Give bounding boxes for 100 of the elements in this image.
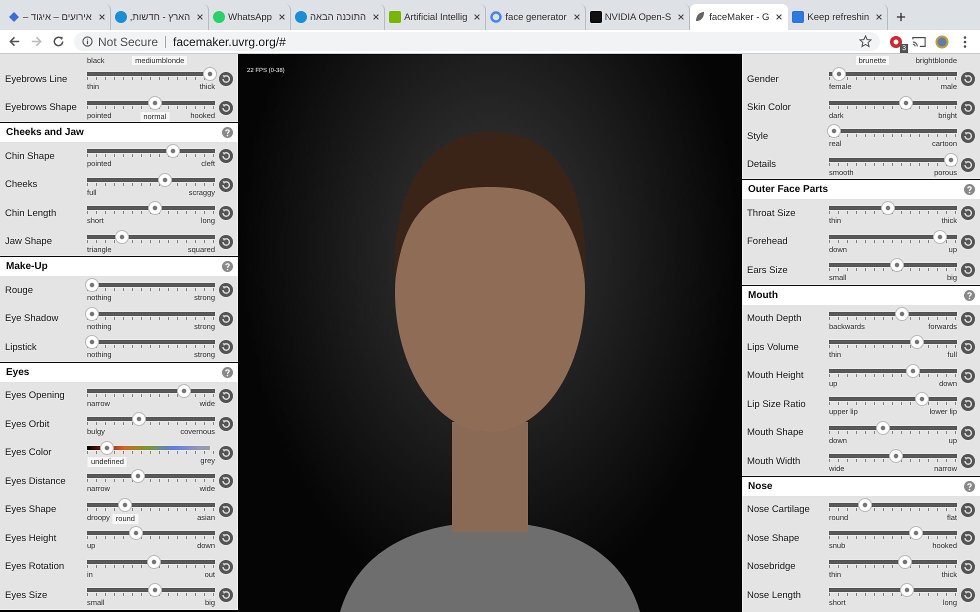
slider-thumb[interactable] [906, 364, 920, 378]
slider-thumb[interactable] [166, 144, 180, 158]
slider-thumb[interactable] [858, 498, 872, 512]
slider-thumb[interactable] [894, 306, 909, 321]
slider-thumb[interactable] [827, 124, 842, 138]
reset-icon[interactable] [219, 446, 233, 460]
reset-icon[interactable] [961, 368, 975, 383]
reset-icon[interactable] [219, 283, 233, 298]
close-icon[interactable] [875, 13, 884, 21]
close-icon[interactable] [372, 13, 380, 21]
reset-icon[interactable] [961, 340, 975, 354]
reset-icon[interactable] [961, 426, 975, 440]
slider-label: Eyes Height [5, 532, 58, 544]
browser-tab[interactable]: faceMaker - G [690, 4, 788, 30]
reset-icon[interactable] [961, 234, 975, 249]
reset-icon[interactable] [219, 588, 233, 602]
reset-icon[interactable] [219, 178, 233, 192]
slider-thumb[interactable] [832, 67, 846, 82]
slider-thumb[interactable] [910, 335, 924, 350]
reset-icon[interactable] [219, 502, 233, 517]
section-header[interactable]: Eyes [0, 362, 238, 382]
slider-thumb[interactable] [888, 449, 903, 464]
reset-icon[interactable] [961, 72, 975, 86]
slider-thumb[interactable] [898, 96, 913, 110]
extension-icon[interactable] [889, 34, 903, 48]
slider-thumb[interactable] [148, 96, 162, 110]
slider-thumb[interactable] [148, 201, 162, 216]
close-icon[interactable] [775, 13, 784, 21]
section-header[interactable]: Outer Face Parts [742, 179, 980, 199]
reset-icon[interactable] [219, 149, 233, 164]
help-icon[interactable] [964, 480, 975, 492]
reload-icon[interactable] [52, 35, 65, 48]
reset-icon[interactable] [961, 560, 975, 574]
section-header[interactable]: Mouth [742, 284, 980, 304]
reset-icon[interactable] [219, 234, 233, 249]
slider-thumb[interactable] [202, 67, 217, 82]
reset-icon[interactable] [219, 474, 233, 488]
reset-icon[interactable] [961, 502, 975, 517]
address-bar[interactable]: Not Secure facemaker.uvrg.org/# [74, 32, 880, 51]
reset-icon[interactable] [961, 129, 975, 144]
reset-icon[interactable] [219, 312, 233, 326]
close-icon[interactable] [98, 13, 106, 21]
slider-thumb[interactable] [880, 201, 895, 216]
reset-icon[interactable] [961, 158, 975, 172]
reset-icon[interactable] [961, 206, 975, 220]
info-icon[interactable] [82, 36, 93, 47]
slider-thumb[interactable] [900, 583, 914, 598]
reset-icon[interactable] [219, 531, 233, 546]
reset-icon[interactable] [219, 388, 233, 403]
section-header[interactable]: Make-Up [0, 256, 238, 276]
slider-thumb[interactable] [128, 526, 143, 540]
close-icon[interactable] [677, 13, 686, 21]
reset-icon[interactable] [961, 312, 975, 326]
reset-icon[interactable] [219, 206, 233, 220]
help-icon[interactable] [964, 184, 975, 195]
reset-icon[interactable] [219, 560, 233, 574]
reset-icon[interactable] [219, 100, 233, 115]
slider-thumb[interactable] [933, 230, 948, 244]
slider-thumb[interactable] [944, 152, 958, 167]
close-icon[interactable] [196, 13, 204, 21]
reset-icon[interactable] [961, 263, 975, 278]
help-icon[interactable] [222, 127, 233, 138]
reset-icon[interactable] [961, 588, 975, 602]
help-icon[interactable] [964, 290, 975, 300]
slider-thumb[interactable] [131, 469, 146, 484]
reset-icon[interactable] [219, 417, 233, 432]
slider-thumb[interactable] [158, 172, 172, 187]
slider-thumb[interactable] [146, 554, 161, 569]
slider-thumb[interactable] [915, 392, 930, 406]
slider-thumb[interactable] [132, 412, 146, 426]
section-header[interactable]: Cheeks and Jaw [0, 122, 238, 142]
slider-thumb[interactable] [85, 278, 100, 292]
slider-thumb[interactable] [898, 554, 912, 569]
help-icon[interactable] [222, 366, 233, 378]
slider-thumb[interactable] [177, 384, 192, 398]
slider-thumb[interactable] [909, 526, 924, 540]
slider-thumb[interactable] [85, 306, 100, 321]
slider-thumb[interactable] [876, 420, 890, 435]
profile-avatar-icon[interactable] [935, 34, 949, 48]
back-icon[interactable] [8, 35, 21, 48]
reset-icon[interactable] [219, 340, 233, 354]
slider-thumb[interactable] [148, 583, 162, 598]
close-icon[interactable] [572, 13, 581, 21]
reset-icon[interactable] [219, 72, 233, 86]
cast-icon[interactable] [912, 34, 926, 48]
help-icon[interactable] [222, 261, 233, 272]
section-header[interactable]: Nose [742, 476, 980, 496]
close-icon[interactable] [278, 13, 286, 21]
reset-icon[interactable] [961, 454, 975, 468]
slider-thumb[interactable] [890, 258, 904, 272]
new-tab-icon[interactable] [896, 12, 906, 22]
reset-icon[interactable] [961, 531, 975, 546]
reset-icon[interactable] [961, 397, 975, 412]
close-icon[interactable] [473, 13, 482, 21]
bookmark-star-icon[interactable] [859, 35, 872, 48]
slider-thumb[interactable] [114, 230, 129, 244]
slider-thumb[interactable] [118, 498, 132, 512]
reset-icon[interactable] [961, 100, 975, 115]
slider-thumb[interactable] [85, 335, 100, 350]
slider-thumb[interactable] [100, 440, 114, 455]
